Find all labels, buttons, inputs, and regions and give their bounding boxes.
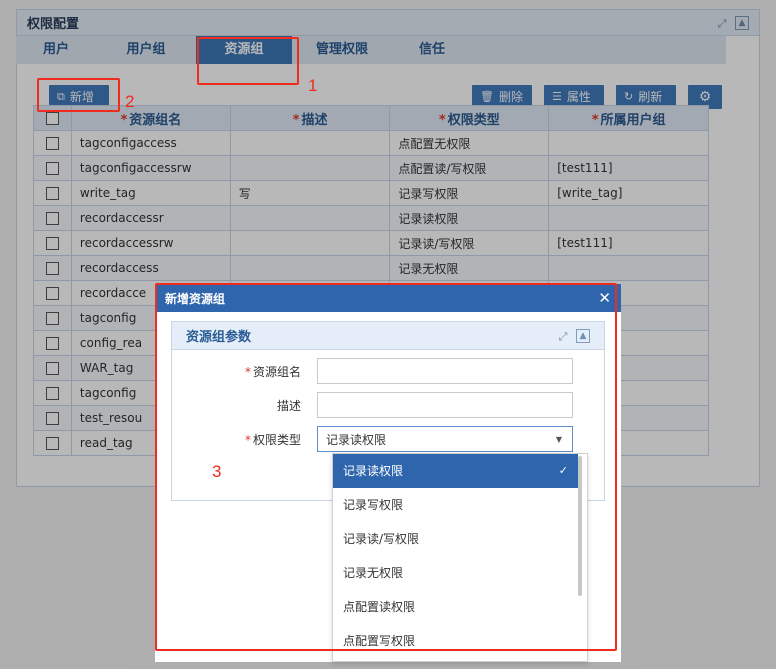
annotation-box-1 [197, 37, 299, 85]
annotation-box-2 [37, 78, 120, 112]
annotation-number-1: 1 [308, 76, 318, 95]
annotation-number-3: 3 [212, 462, 222, 481]
annotation-number-2: 2 [125, 92, 135, 111]
annotation-box-3 [155, 283, 617, 651]
